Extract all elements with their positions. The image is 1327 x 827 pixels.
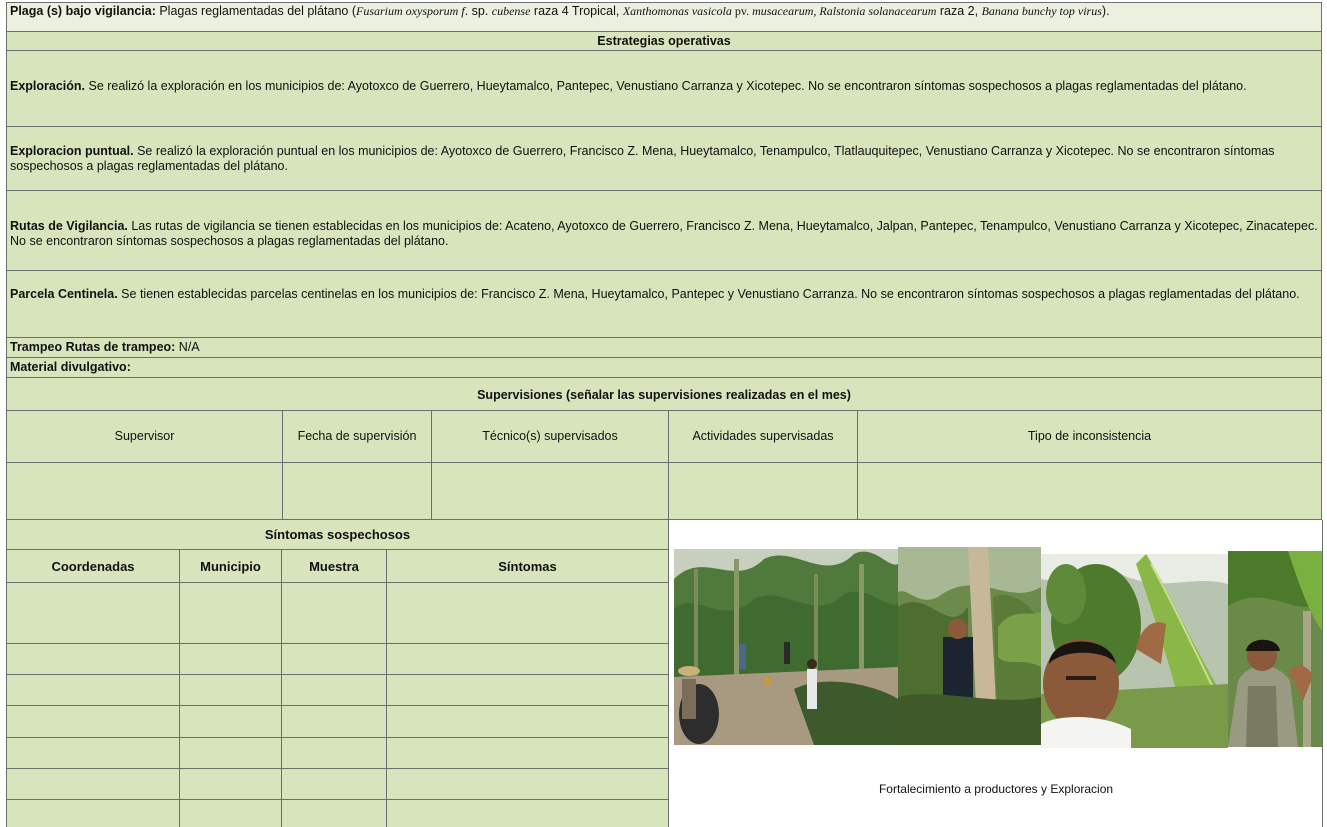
header-muestra: Muestra <box>282 550 387 583</box>
table-row-cell[interactable] <box>6 675 180 706</box>
plaga-text: raza 2, <box>936 4 982 18</box>
plaga-text: . sp. <box>464 4 492 18</box>
plaga-text: pv. <box>731 4 753 18</box>
plaga-text: raza 4 Tropical, <box>530 4 623 18</box>
inconsistencia-cell[interactable] <box>858 463 1322 520</box>
table-row-cell[interactable] <box>180 800 282 827</box>
table-row-cell[interactable] <box>6 738 180 769</box>
plaga-species: musacearum, Ralstonia solanacearum <box>752 4 937 18</box>
parcela-label: Parcela Centinela. <box>10 287 118 301</box>
supervisiones-title: Supervisiones (señalar las supervisiones… <box>6 378 1322 411</box>
material-row: Material divulgativo: <box>6 358 1322 378</box>
table-row-cell[interactable] <box>180 706 282 738</box>
table-row-cell[interactable] <box>282 644 387 675</box>
table-row-cell[interactable] <box>387 738 669 769</box>
header-inconsistencia: Tipo de inconsistencia <box>858 411 1322 463</box>
estrategias-title: Estrategias operativas <box>6 32 1322 51</box>
table-row-cell[interactable] <box>6 800 180 827</box>
table-row-cell[interactable] <box>180 583 282 644</box>
photo-farm-visit <box>674 549 898 745</box>
table-row-cell[interactable] <box>387 706 669 738</box>
table-row-cell[interactable] <box>6 769 180 800</box>
header-coordenadas: Coordenadas <box>6 550 180 583</box>
rutas-label: Rutas de Vigilancia. <box>10 219 128 233</box>
plaga-text: Plagas reglamentadas del plátano ( <box>155 4 357 18</box>
table-row-cell[interactable] <box>282 706 387 738</box>
table-row-cell[interactable] <box>282 800 387 827</box>
rutas-row: Rutas de Vigilancia. Las rutas de vigila… <box>6 191 1322 271</box>
trampeo-row: Trampeo Rutas de trampeo: N/A <box>6 338 1322 358</box>
actividades-cell[interactable] <box>669 463 858 520</box>
table-row-cell[interactable] <box>180 644 282 675</box>
rutas-text: Las rutas de vigilancia se tienen establ… <box>10 219 1318 248</box>
header-fecha: Fecha de supervisión <box>283 411 432 463</box>
parcela-text: Se tienen establecidas parcelas centinel… <box>117 287 1300 301</box>
table-row-cell[interactable] <box>387 675 669 706</box>
material-label: Material divulgativo: <box>10 360 131 374</box>
table-row-cell[interactable] <box>387 644 669 675</box>
fecha-cell[interactable] <box>283 463 432 520</box>
exploracion-puntual-row: Exploracion puntual. Se realizó la explo… <box>6 127 1322 191</box>
table-row-cell[interactable] <box>180 769 282 800</box>
plaga-text: ). <box>1101 4 1110 18</box>
photo-man-leaf <box>1041 554 1228 748</box>
table-row-cell[interactable] <box>6 644 180 675</box>
table-row-cell[interactable] <box>180 675 282 706</box>
photo-collage: Fortalecimiento a productores y Explorac… <box>669 520 1323 827</box>
table-row-cell[interactable] <box>387 583 669 644</box>
parcela-row: Parcela Centinela. Se tienen establecida… <box>6 271 1322 338</box>
table-row-cell[interactable] <box>282 675 387 706</box>
photo-technician-banana <box>898 547 1041 745</box>
table-row-cell[interactable] <box>6 706 180 738</box>
table-row-cell[interactable] <box>387 800 669 827</box>
plaga-label: Plaga (s) bajo vigilancia: <box>10 4 156 18</box>
tecnicos-cell[interactable] <box>432 463 669 520</box>
table-row-cell[interactable] <box>282 738 387 769</box>
exploracion-puntual-label: Exploracion puntual. <box>10 144 134 158</box>
header-supervisor: Supervisor <box>6 411 283 463</box>
table-row-cell[interactable] <box>282 583 387 644</box>
header-municipio: Municipio <box>180 550 282 583</box>
supervisor-cell[interactable] <box>6 463 283 520</box>
header-tecnicos: Técnico(s) supervisados <box>432 411 669 463</box>
header-actividades: Actividades supervisadas <box>669 411 858 463</box>
trampeo-label: Trampeo Rutas de trampeo: <box>10 340 176 354</box>
photo-caption: Fortalecimiento a productores y Explorac… <box>878 782 1114 796</box>
plaga-species: cubense <box>491 4 531 18</box>
plaga-species: Xanthomonas vasicola <box>622 4 732 18</box>
exploracion-label: Exploración. <box>10 79 86 93</box>
exploracion-text: Se realizó la exploración en los municip… <box>85 79 1247 93</box>
trampeo-value: N/A <box>175 340 200 354</box>
exploracion-row: Exploración. Se realizó la exploración e… <box>6 51 1322 127</box>
sintomas-title: Síntomas sospechosos <box>6 520 669 550</box>
table-row-cell[interactable] <box>282 769 387 800</box>
table-row-cell[interactable] <box>387 769 669 800</box>
header-sintomas: Síntomas <box>387 550 669 583</box>
plaga-species: Fusarium oxysporum f <box>356 4 465 18</box>
table-row-cell[interactable] <box>6 583 180 644</box>
photo-man-vest <box>1228 551 1322 747</box>
plaga-row: Plaga (s) bajo vigilancia: Plagas reglam… <box>6 2 1322 32</box>
plaga-species: Banana bunchy top virus <box>981 4 1102 18</box>
exploracion-puntual-text: Se realizó la exploración puntual en los… <box>10 144 1275 173</box>
table-row-cell[interactable] <box>180 738 282 769</box>
